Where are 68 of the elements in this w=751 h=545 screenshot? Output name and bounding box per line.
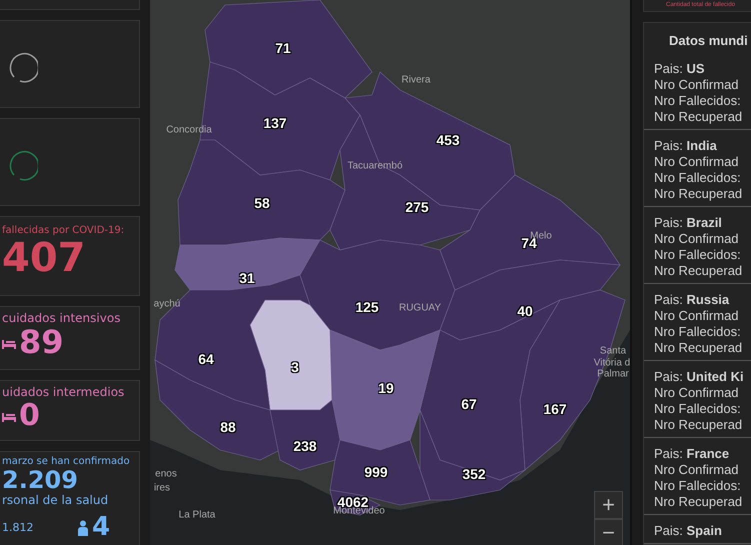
country-stat-line: Nro Fallecidos:	[654, 324, 742, 340]
country-heading: Pais: France	[654, 446, 730, 462]
country-stat-line: Nro Fallecidos:	[654, 170, 742, 186]
department-region[interactable]	[300, 240, 456, 350]
case-count-label: 3	[291, 359, 299, 375]
department-region[interactable]	[270, 399, 340, 470]
case-count-label: 453	[436, 132, 460, 148]
country-stat-line: Nro Recuperad	[654, 340, 744, 356]
case-count-label: 125	[355, 299, 379, 315]
place-label: enos	[155, 468, 177, 480]
country-stat-line: Nro Fallecidos:	[654, 401, 742, 417]
stat-label: cuidados intensivos	[2, 311, 122, 325]
place-label: Rivera	[402, 74, 430, 86]
stat-value: 4	[92, 513, 110, 542]
stat-label: uidados intermedios	[2, 385, 126, 399]
country-stat-line: Nro Recuperad	[654, 494, 744, 510]
stat-label: marzo se han confirmado	[2, 456, 131, 467]
country-stat-line: Nro Fallecidos:	[654, 478, 742, 494]
country-stat-line: Nro Confirmad	[654, 77, 740, 93]
place-label: ires	[154, 482, 170, 494]
country-stat-line: Nro Recuperad	[654, 186, 744, 202]
case-count-label: 31	[239, 270, 255, 286]
country-stat-line: Nro Fallecidos:	[654, 247, 742, 263]
country-heading: Pais: Brazil	[654, 215, 723, 231]
country-stat-line: Nro Confirmad	[654, 462, 740, 478]
case-count-label: 275	[405, 199, 429, 215]
country-stat-line: Nro Recuperad	[654, 263, 744, 279]
case-count-label: 58	[254, 195, 270, 211]
case-count-label: 19	[378, 380, 394, 396]
case-count-label: 167	[543, 401, 567, 417]
country-heading: Pais: Spain	[654, 523, 723, 539]
department-region[interactable]	[154, 274, 311, 410]
country-stat-line: Nro Confirmad	[654, 154, 740, 170]
stat-value: 89	[19, 325, 64, 360]
place-label: Montevideo	[333, 506, 385, 516]
zoom-out-button[interactable]: −	[594, 519, 623, 545]
panel-title: Datos mundi	[668, 32, 749, 50]
department-region[interactable]	[250, 300, 332, 410]
country-stat-line: Nro Confirmad	[654, 308, 740, 324]
country-heading: Pais: India	[654, 138, 718, 154]
country-heading: Pais: US	[654, 61, 706, 77]
country-stat-line: Nro Recuperad	[654, 109, 744, 125]
case-count-label: 137	[263, 115, 287, 131]
case-count-label: 352	[462, 466, 486, 482]
case-count-label: 999	[364, 464, 388, 480]
stat-value: 2.209	[2, 467, 79, 494]
case-count-label: 71	[275, 40, 291, 56]
stat-value: 1.812	[2, 521, 34, 534]
stat-value: 0	[19, 399, 40, 432]
stat-label: rsonal de la salud	[2, 493, 110, 508]
person-icon	[77, 520, 89, 536]
stat-label: fallecidas por COVID-19:	[2, 225, 126, 236]
case-count-label: 238	[293, 438, 317, 454]
country-heading: Pais: Russia	[654, 292, 730, 308]
place-label: Tacuarembó	[347, 160, 403, 172]
case-count-label: 88	[220, 419, 236, 435]
zoom-in-button[interactable]: +	[594, 491, 623, 519]
country-stat-line: Nro Confirmad	[654, 231, 740, 247]
country-stat-line: Nro Confirmad	[654, 385, 740, 401]
country-stat-line: Nro Fallecidos:	[654, 93, 742, 109]
stat-value: 407	[2, 236, 86, 280]
country-heading: Pais: United Ki	[654, 369, 745, 385]
case-count-label: 67	[461, 396, 477, 412]
place-label: La Plata	[178, 510, 216, 520]
case-count-label: 40	[517, 303, 533, 319]
case-count-label: 64	[198, 351, 214, 367]
country-stat-line: Nro Recuperad	[654, 417, 744, 433]
place-label: RUGUAY	[398, 302, 442, 314]
